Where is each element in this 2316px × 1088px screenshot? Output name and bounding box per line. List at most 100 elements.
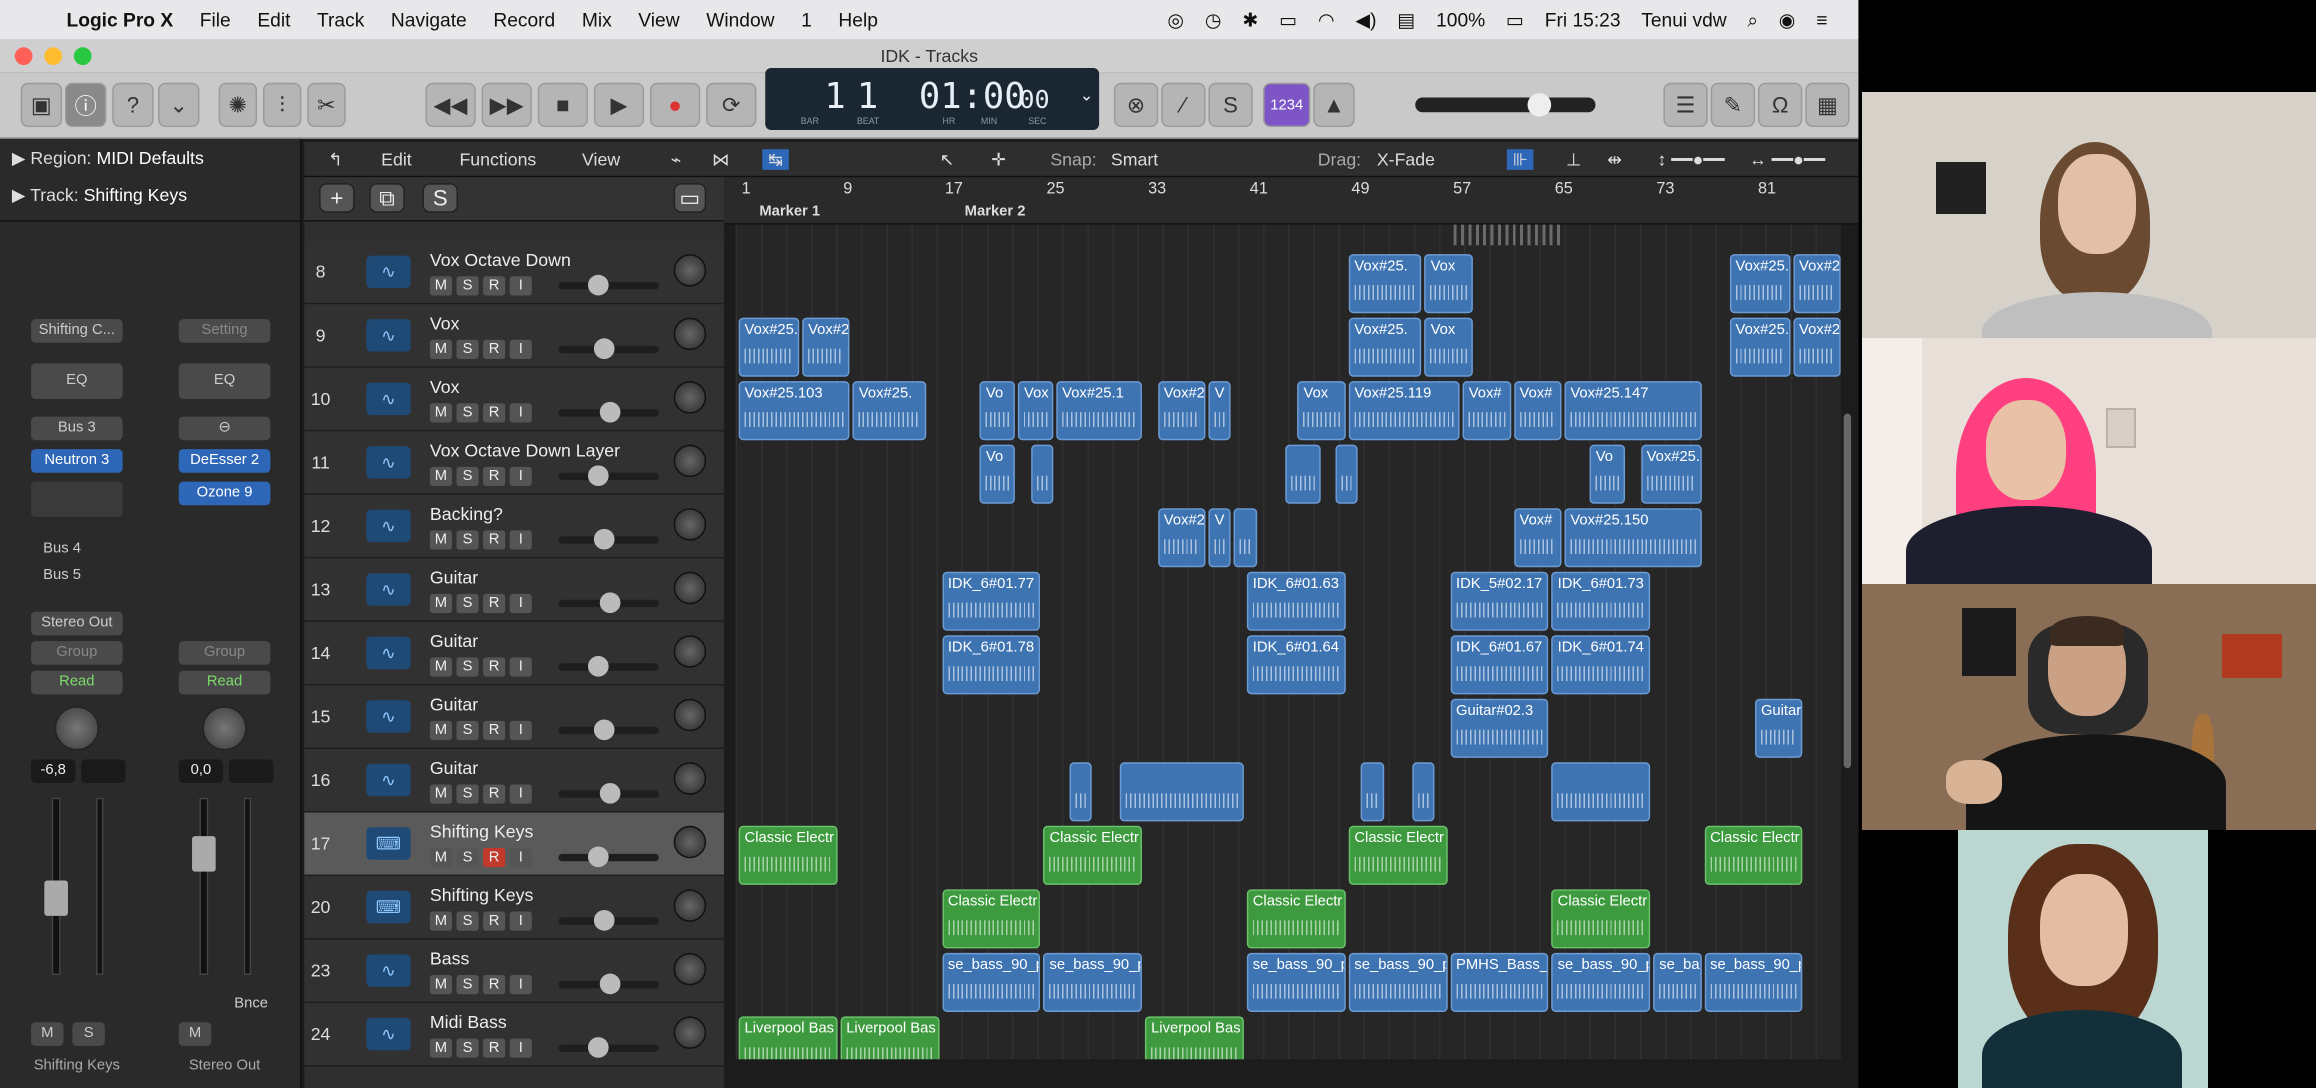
record-enable-button[interactable]: R	[483, 339, 506, 359]
plugin-slot-deesser[interactable]: DeEsser 2	[178, 449, 271, 473]
creative-cloud-icon[interactable]: ◎	[1157, 8, 1194, 32]
track-pan-knob[interactable]	[673, 1016, 707, 1049]
audio-region[interactable]	[1030, 444, 1054, 504]
track-volume-knob[interactable]	[599, 782, 621, 804]
track-volume-knob[interactable]	[587, 655, 609, 677]
audio-region[interactable]: Vox#25.1	[1056, 381, 1143, 441]
record-enable-button[interactable]: R	[483, 911, 506, 931]
mute-button[interactable]: M	[178, 1022, 212, 1046]
input-monitor-button[interactable]: I	[509, 657, 532, 677]
menu-track[interactable]: Track	[304, 9, 378, 31]
record-enable-button[interactable]: R	[483, 847, 506, 868]
siri-icon[interactable]: ◉	[1768, 8, 1805, 32]
audio-region[interactable]: Vo	[1589, 444, 1626, 504]
mute-button[interactable]: M	[429, 975, 453, 995]
audio-region[interactable]: Vox	[1297, 381, 1346, 441]
audio-region[interactable]: Vox#	[1462, 381, 1511, 441]
wifi-icon[interactable]: ◠	[1308, 8, 1345, 32]
menu-help[interactable]: Help	[825, 9, 891, 31]
track-volume-knob[interactable]	[587, 274, 609, 296]
back-arrow-icon[interactable]: ↰	[328, 149, 343, 170]
master-volume-knob[interactable]	[1527, 93, 1552, 117]
record-enable-button[interactable]: R	[483, 657, 506, 677]
track-name[interactable]: Bass	[430, 948, 469, 969]
audio-region[interactable]: IDK_6#01.77	[941, 571, 1041, 631]
horizontal-zoom-slider[interactable]: ↔ ━━●━━	[1749, 149, 1825, 170]
marker-label[interactable]: Marker 2	[965, 204, 1026, 220]
solo-button[interactable]: S	[456, 847, 479, 868]
battery-icon[interactable]: ▭	[1496, 8, 1535, 32]
record-enable-button[interactable]: R	[483, 720, 506, 741]
track-volume-slider[interactable]	[558, 401, 659, 423]
drag-select[interactable]: X-Fade	[1377, 149, 1435, 170]
video-tile-participant-3[interactable]	[1862, 584, 2316, 830]
catch-icon[interactable]: ↹	[762, 149, 789, 170]
audio-region[interactable]: se_bass_90_p	[1043, 952, 1143, 1012]
audio-region[interactable]: Vox#25.103	[738, 381, 851, 441]
view-menu[interactable]: View	[582, 149, 620, 170]
duplicate-track-button[interactable]: ⧉	[369, 183, 405, 213]
partial-region-top[interactable]	[1453, 224, 1563, 246]
track-header[interactable]: 16 ∿ Guitar M S R I	[304, 748, 724, 813]
record-enable-button[interactable]: R	[483, 975, 506, 995]
audio-region[interactable]	[1551, 762, 1651, 822]
audio-region[interactable]: Vo	[980, 381, 1016, 441]
track-header[interactable]: 17 ⌨ Shifting Keys M S R I	[304, 812, 724, 877]
marker-label[interactable]: Marker 1	[759, 204, 820, 220]
solo-button[interactable]: S	[456, 403, 479, 423]
audio-region[interactable]: Vo	[980, 444, 1016, 504]
group-slot[interactable]: Group	[178, 641, 271, 665]
input-monitor-button[interactable]: I	[509, 720, 532, 741]
solo-mode-button[interactable]: S	[1208, 82, 1253, 128]
tuner-button[interactable]: ⁄	[1161, 82, 1206, 128]
loop-browser-button[interactable]: Ω	[1757, 82, 1803, 128]
track-volume-slider[interactable]	[558, 1037, 659, 1058]
mixer-button[interactable]: ⫶	[262, 82, 302, 128]
audio-region[interactable]	[1234, 508, 1257, 568]
audio-region[interactable]: se_bass_90_p	[941, 952, 1041, 1012]
solo-button[interactable]: S	[456, 657, 479, 677]
track-name[interactable]: Guitar	[430, 567, 478, 588]
solo-button[interactable]: S	[456, 720, 479, 741]
menu-navigate[interactable]: Navigate	[378, 9, 480, 31]
track-name[interactable]: Backing?	[430, 504, 503, 525]
editors-button[interactable]: ✂	[307, 82, 346, 128]
track-volume-slider[interactable]	[558, 655, 659, 677]
track-pan-knob[interactable]	[673, 444, 707, 478]
stop-button[interactable]: ■	[537, 82, 588, 128]
audio-region[interactable]: IDK_6#01.73	[1551, 571, 1651, 631]
track-volume-knob[interactable]	[599, 401, 621, 423]
track-pan-knob[interactable]	[673, 825, 707, 859]
track-volume-knob[interactable]	[593, 910, 615, 931]
audio-region[interactable]: Vox#2	[1157, 381, 1206, 441]
audio-region[interactable]: IDK_6#01.67	[1450, 635, 1549, 695]
input-monitor-button[interactable]: I	[509, 911, 532, 931]
midi-region[interactable]: Classic Electr	[738, 825, 838, 885]
rewind-button[interactable]: ◀◀	[425, 82, 476, 128]
midi-region[interactable]: Liverpool Bas	[840, 1016, 939, 1060]
audio-region[interactable]	[1361, 762, 1384, 822]
master-volume-slider[interactable]	[1415, 93, 1596, 117]
solo-button[interactable]: S	[456, 975, 479, 995]
timeline-ruler[interactable]: 1 9 17 25 33 41 49 57 65 73 81 Marker 1 Marker 2	[723, 177, 1859, 225]
global-tracks-button[interactable]: ▭	[673, 183, 707, 213]
volume-fader-cap[interactable]	[44, 880, 68, 916]
solo-button[interactable]: S	[456, 466, 479, 487]
audio-region[interactable]: PMHS_Bass_L	[1450, 952, 1549, 1012]
track-name[interactable]: Vox Octave Down Layer	[430, 440, 620, 461]
track-volume-slider[interactable]	[558, 782, 659, 804]
close-window-button[interactable]	[14, 47, 33, 66]
track-volume-knob[interactable]	[593, 719, 615, 741]
track-volume-slider[interactable]	[558, 592, 659, 614]
track-volume-slider[interactable]	[558, 274, 659, 296]
audio-region[interactable]	[1068, 762, 1092, 822]
mute-button[interactable]: M	[429, 403, 453, 423]
track-header[interactable]: 24 ∿ Midi Bass M S R I	[304, 1003, 724, 1067]
lcd-dropdown-icon[interactable]: ⌄	[1080, 86, 1094, 105]
send-bus5[interactable]: Bus 5	[31, 564, 93, 588]
quick-help-button[interactable]: ?	[112, 82, 154, 128]
send-bus4[interactable]: Bus 4	[31, 538, 93, 562]
record-enable-button[interactable]: R	[483, 1038, 506, 1058]
volume-fader-cap[interactable]	[192, 836, 216, 872]
audio-region[interactable]	[1284, 444, 1321, 504]
